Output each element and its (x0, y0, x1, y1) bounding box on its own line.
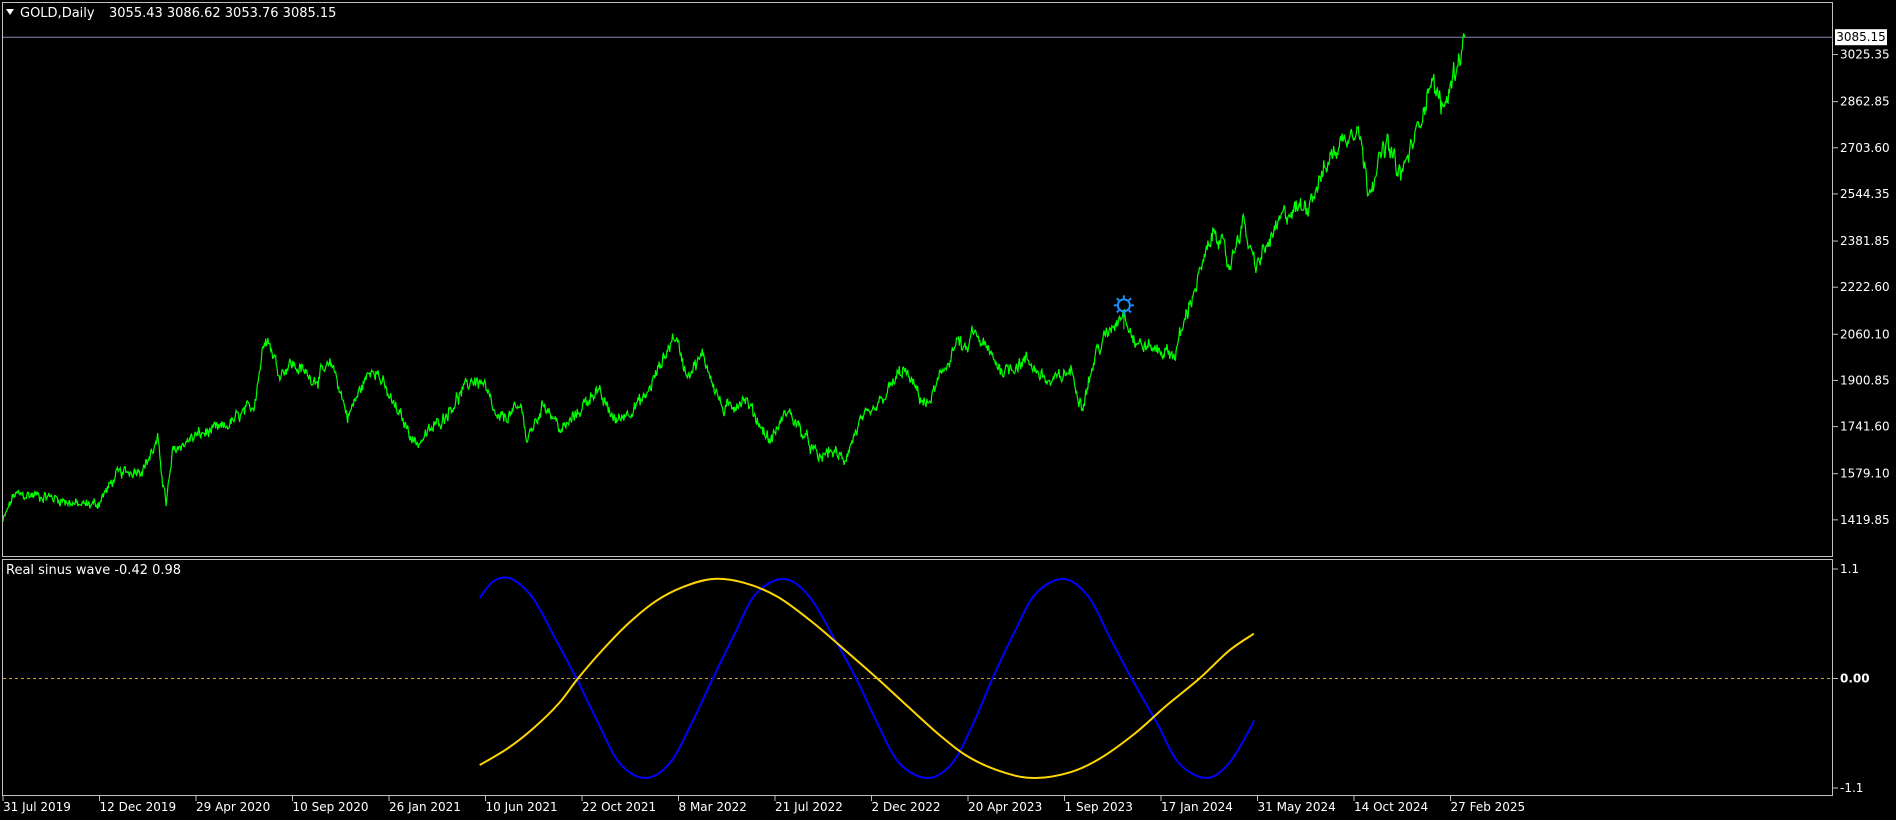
main-panel-background (0, 0, 1896, 557)
ohlc-values: 3055.43 3086.62 3053.76 3085.15 (109, 6, 336, 21)
y-tick-label: 1741.60 (1840, 420, 1890, 434)
current-price-tag: 3085.15 (1835, 29, 1887, 46)
y-tick-label: 1900.85 (1840, 373, 1890, 387)
y-tick-label: 1419.85 (1840, 513, 1890, 527)
y-tick-label: 2703.60 (1840, 141, 1890, 155)
x-tick-label: 12 Dec 2019 (100, 800, 177, 814)
current-price-label: 3085.15 (1836, 30, 1886, 44)
y-tick-label: 2544.35 (1840, 187, 1890, 201)
x-tick-label: 17 Jan 2024 (1161, 800, 1233, 814)
blue-sinus-line (478, 576, 1255, 780)
y-tick-label: 3025.35 (1840, 48, 1890, 62)
x-tick-label: 21 Jul 2022 (775, 800, 843, 814)
y-tick-label: 1579.10 (1840, 467, 1890, 481)
y-tick-label: 2222.60 (1840, 280, 1890, 294)
x-tick-label: 31 Jul 2019 (3, 800, 71, 814)
x-tick-label: 20 Apr 2023 (968, 800, 1042, 814)
indicator-panel[interactable]: 1.1 0.00 -1.1 Real sinus wave -0.42 0.98 (2, 559, 1870, 796)
x-tick-label: 10 Sep 2020 (293, 800, 369, 814)
indicator-y-tick-label: 1.1 (1840, 562, 1859, 576)
time-axis: 31 Jul 2019 12 Dec 2019 29 Apr 2020 10 Sep … (2, 796, 1526, 814)
x-tick-label: 22 Oct 2021 (582, 800, 656, 814)
symbol-header: GOLD,Daily 3055.43 3086.62 3053.76 3085.… (6, 6, 336, 21)
y-tick-label: 2862.85 (1840, 95, 1890, 109)
x-tick-label: 27 Feb 2025 (1451, 800, 1526, 814)
x-tick-label: 8 Mar 2022 (679, 800, 747, 814)
x-tick-label: 14 Oct 2024 (1354, 800, 1428, 814)
x-tick-label: 26 Jan 2021 (389, 800, 461, 814)
sinus-wave-series (478, 576, 1255, 780)
indicator-title: Real sinus wave -0.42 0.98 (6, 563, 181, 578)
y-tick-label: 2060.10 (1840, 327, 1890, 341)
x-tick-label: 1 Sep 2023 (1065, 800, 1133, 814)
chart-window: 3025.35 2862.85 2703.60 2544.35 2381.85 2222.… (0, 0, 1896, 814)
indicator-y-tick-label: -1.1 (1840, 781, 1863, 795)
x-tick-label: 31 May 2024 (1258, 800, 1336, 814)
x-tick-label: 2 Dec 2022 (872, 800, 941, 814)
x-tick-label: 10 Jun 2021 (486, 800, 558, 814)
indicator-y-tick-label: 0.00 (1840, 672, 1870, 686)
y-tick-label: 2381.85 (1840, 234, 1890, 248)
indicator-panel-frame (2, 559, 1833, 796)
symbol-name: GOLD,Daily (20, 6, 95, 21)
x-tick-label: 29 Apr 2020 (196, 800, 270, 814)
indicator-y-axis: 1.1 0.00 -1.1 (1833, 562, 1870, 795)
main-price-panel[interactable]: 3025.35 2862.85 2703.60 2544.35 2381.85 2222.… (0, 0, 1896, 557)
